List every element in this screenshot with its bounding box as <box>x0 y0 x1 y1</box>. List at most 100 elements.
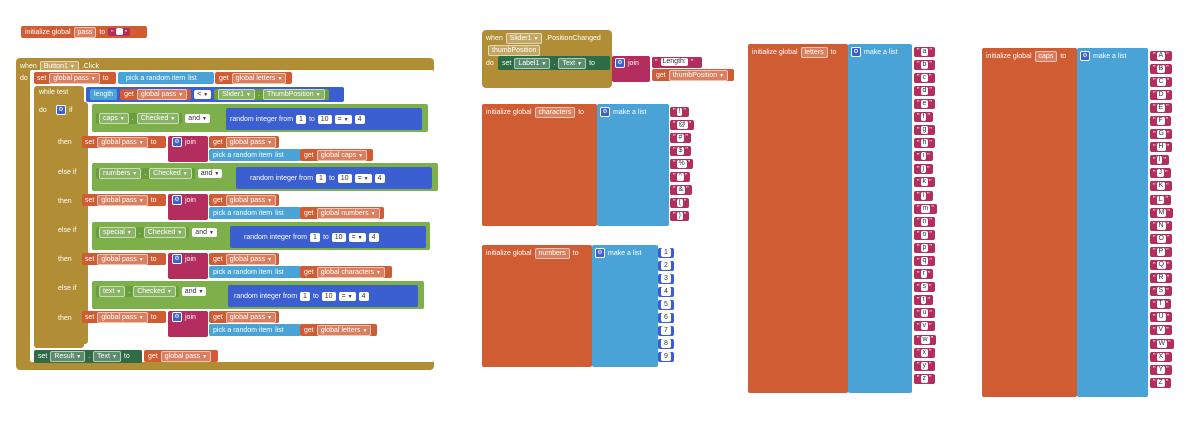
list-item[interactable]: " E " <box>1150 102 1174 113</box>
list-item[interactable]: " h " <box>914 138 937 149</box>
number-block[interactable]: 5 <box>658 299 674 310</box>
equals-block[interactable]: random integer from 1 to 10 = ▼ 4 <box>228 285 418 307</box>
number-field[interactable]: 4 <box>661 287 671 296</box>
mutator-gear-icon[interactable]: ⚙ <box>595 248 605 258</box>
list-item[interactable]: " i " <box>914 151 937 162</box>
string-field[interactable]: d <box>920 86 929 95</box>
text-string-block[interactable]: " p " <box>914 242 935 253</box>
logic-op-dropdown[interactable]: and ▼ <box>192 227 217 237</box>
list-item[interactable]: 7 <box>658 325 674 336</box>
list-item[interactable]: " s " <box>914 282 937 293</box>
var-dropdown[interactable]: global pass ▼ <box>97 194 148 206</box>
get-letters-block[interactable]: get global letters ▼ <box>215 72 292 84</box>
list-item[interactable]: " U " <box>1150 312 1174 323</box>
list-item[interactable]: " b " <box>914 59 937 70</box>
number-block[interactable]: 2 <box>658 260 674 271</box>
text-string-block[interactable]: " l " <box>914 190 933 201</box>
equals-dropdown[interactable]: = ▼ <box>348 232 366 242</box>
number-block[interactable]: 6 <box>658 312 674 323</box>
list-item[interactable]: " Y " <box>1150 364 1174 375</box>
list-item[interactable]: " q " <box>914 256 937 267</box>
string-field[interactable]: c <box>920 73 928 82</box>
list-item[interactable]: " j " <box>914 164 937 175</box>
text-string-block[interactable]: " i " <box>914 151 933 162</box>
string-field[interactable]: Length: <box>660 58 688 66</box>
text-string-block[interactable]: " I " <box>1150 155 1169 166</box>
list-item[interactable]: 6 <box>658 312 674 323</box>
mutator-gear-icon[interactable]: ⚙ <box>1080 51 1090 61</box>
text-string-block[interactable]: " g " <box>914 125 935 136</box>
list-item[interactable]: 5 <box>658 299 674 310</box>
list-item[interactable]: " c " <box>914 72 937 83</box>
list-item[interactable]: " ^ " <box>670 171 694 182</box>
number-field[interactable]: 7 <box>661 326 671 335</box>
property-dropdown[interactable]: Text ▼ <box>93 350 121 362</box>
var-dropdown[interactable]: global pass ▼ <box>160 350 212 362</box>
mutator-gear-icon[interactable]: ⚙ <box>851 47 861 57</box>
var-dropdown[interactable]: global letters ▼ <box>231 72 287 84</box>
var-name-field[interactable]: caps <box>1034 50 1058 62</box>
text-string-block[interactable]: "(" <box>670 197 690 208</box>
list-item[interactable]: " n " <box>914 216 937 227</box>
text-string-block[interactable]: " V " <box>1150 325 1172 336</box>
compare-block[interactable]: length get global pass ▼ < ▼ Slider1 ▼ . Th… <box>86 87 344 102</box>
equals-block[interactable]: random integer from 1 to 10 = ▼ 4 <box>230 226 426 248</box>
text-string-block[interactable]: " H " <box>1150 142 1173 153</box>
string-field[interactable]: $ <box>676 146 685 155</box>
list-item[interactable]: " I " <box>1150 155 1174 166</box>
var-dropdown[interactable]: global characters ▼ <box>316 266 385 278</box>
list-item[interactable]: " m " <box>914 203 937 214</box>
init-numbers-block[interactable]: initialize global numbers to <box>482 245 592 367</box>
string-field[interactable]: % <box>676 159 687 168</box>
set-pass-block[interactable]: set global pass ▼ to <box>82 253 166 265</box>
string-field[interactable] <box>115 28 123 35</box>
list-item[interactable]: " Q " <box>1150 260 1174 271</box>
number-block[interactable]: 9 <box>658 351 674 362</box>
text-string-block[interactable]: " @ " <box>670 119 695 130</box>
set-pass-block[interactable]: set global pass ▼ to <box>34 72 116 84</box>
text-string-block[interactable]: " o " <box>914 229 935 240</box>
list-item[interactable]: " $ " <box>670 145 694 156</box>
string-field[interactable]: I <box>1156 156 1163 165</box>
text-string-block[interactable]: " c " <box>914 72 935 83</box>
string-field[interactable]: p <box>920 243 929 252</box>
text-string-block[interactable]: " O " <box>1150 233 1173 244</box>
string-field[interactable]: v <box>920 322 928 331</box>
init-letters-block[interactable]: initialize global letters to <box>748 44 848 393</box>
var-dropdown[interactable]: global pass ▼ <box>225 253 277 265</box>
string-field[interactable]: P <box>1156 247 1166 256</box>
event-param[interactable]: thumbPosition <box>488 44 541 56</box>
string-field[interactable]: ) <box>676 211 683 220</box>
string-field[interactable]: S <box>1156 287 1166 296</box>
string-field[interactable]: Q <box>1156 261 1166 269</box>
init-caps-block[interactable]: initialize global caps to <box>982 48 1077 397</box>
text-string-block[interactable]: " a " <box>914 46 935 57</box>
checkbox-checked-block[interactable]: numbers ▼ . Checked ▼ <box>96 167 195 179</box>
component-dropdown[interactable]: Result ▼ <box>50 350 86 362</box>
property-dropdown[interactable]: Checked ▼ <box>143 226 187 238</box>
equals-dropdown[interactable]: = ▼ <box>338 291 356 301</box>
list-item[interactable]: " A " <box>1150 50 1174 61</box>
string-field[interactable]: s <box>920 283 928 292</box>
list-item[interactable]: " V " <box>1150 325 1174 336</box>
join-block[interactable]: ⚙ join <box>168 311 208 337</box>
text-string-block[interactable]: " x " <box>914 347 935 358</box>
string-field[interactable]: g <box>920 126 929 135</box>
list-item[interactable]: " K " <box>1150 181 1174 192</box>
list-item[interactable]: "% " <box>670 158 694 169</box>
component-dropdown[interactable]: caps ▼ <box>99 112 129 124</box>
var-dropdown[interactable]: global pass ▼ <box>225 136 277 148</box>
string-field[interactable]: U <box>1156 313 1166 322</box>
var-dropdown[interactable]: global letters ▼ <box>316 324 372 336</box>
get-list-block[interactable]: get global caps ▼ <box>300 149 373 161</box>
init-characters-block[interactable]: initialize global characters to <box>482 104 597 226</box>
text-string-block[interactable]: " y " <box>914 360 935 371</box>
list-item[interactable]: ") " <box>670 210 694 221</box>
list-item[interactable]: " O " <box>1150 233 1174 244</box>
string-field[interactable]: ! <box>676 107 683 116</box>
text-string-block[interactable]: " e " <box>914 98 935 109</box>
mutator-gear-icon[interactable]: ⚙ <box>172 312 182 322</box>
component-dropdown[interactable]: Slider1 ▼ <box>218 88 255 100</box>
var-name-field[interactable]: characters <box>534 106 576 118</box>
checkbox-checked-block[interactable]: caps ▼ . Checked ▼ <box>96 112 183 124</box>
